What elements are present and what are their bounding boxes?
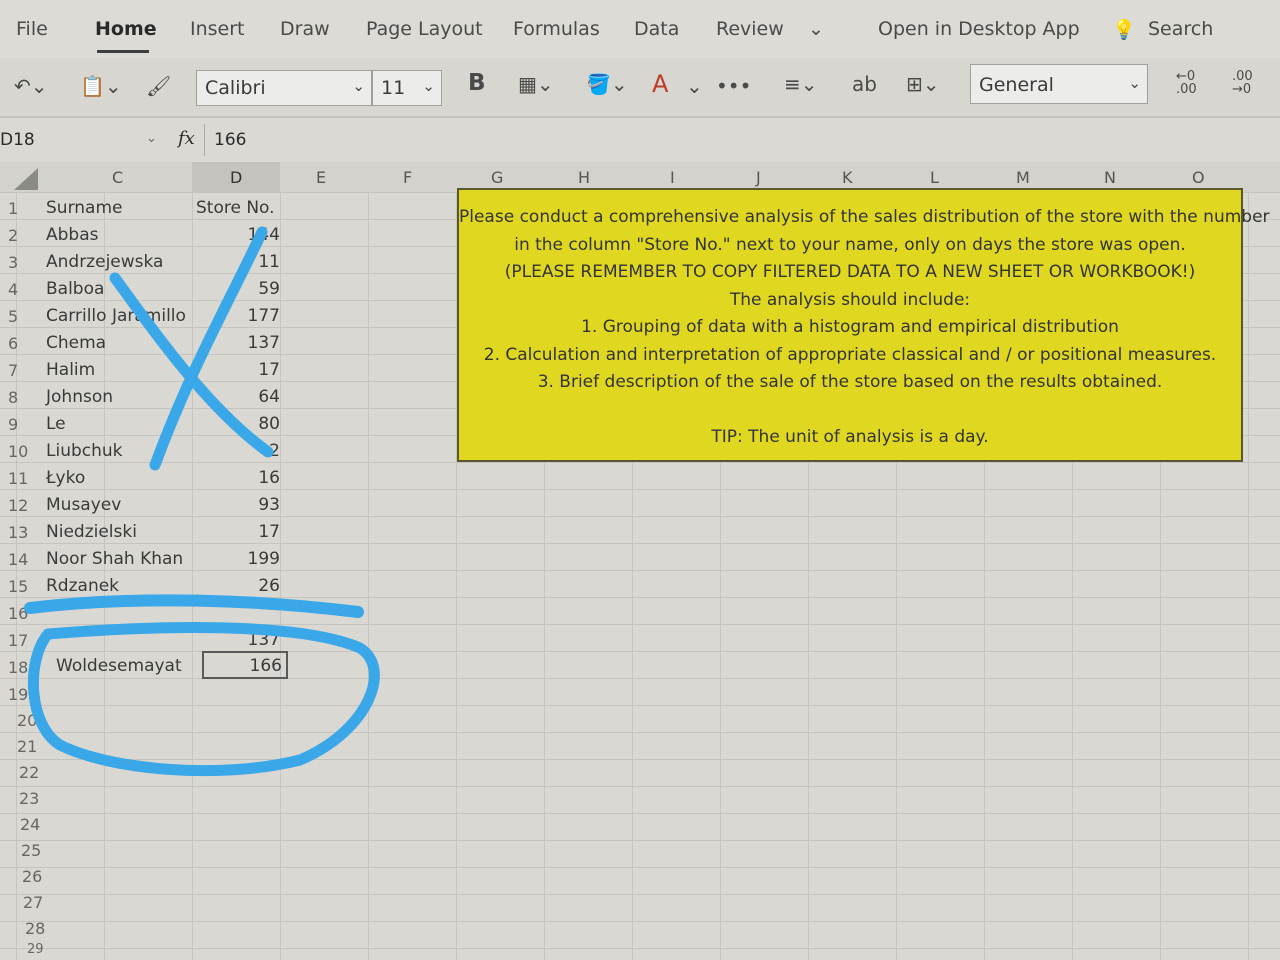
underline-mark bbox=[24, 594, 364, 618]
circle-mark bbox=[27, 622, 380, 777]
annotation-overlay bbox=[24, 226, 380, 777]
